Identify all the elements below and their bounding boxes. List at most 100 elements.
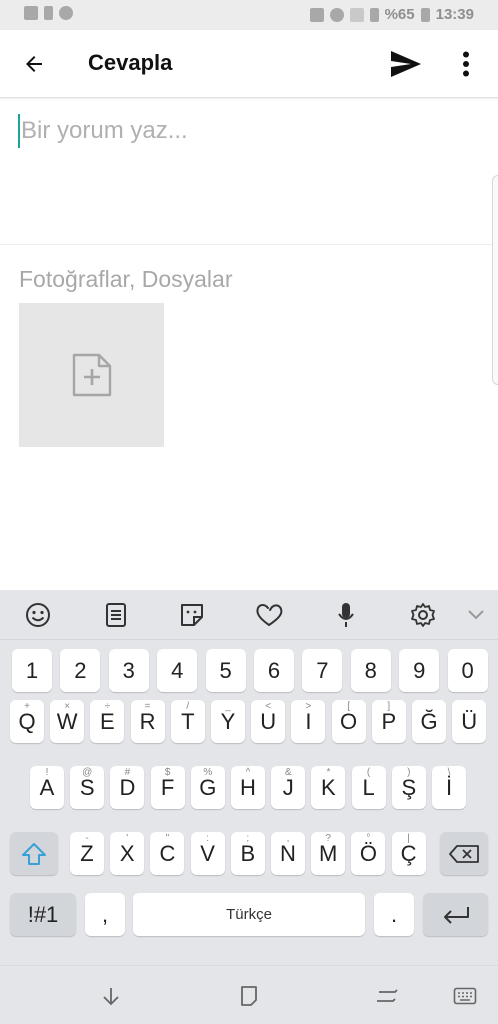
key-label: E [100, 708, 115, 734]
key-f[interactable]: $ F [150, 766, 185, 809]
key-0[interactable]: 0 [447, 649, 488, 692]
key-a[interactable]: ! A [30, 766, 64, 809]
key-hint: < [265, 701, 272, 712]
key-e[interactable]: ÷ E [90, 700, 125, 743]
key-z[interactable]: -Z [70, 832, 104, 875]
key-label: I [305, 708, 312, 734]
key-label: L [362, 774, 375, 800]
key-2[interactable]: 2 [60, 649, 101, 692]
key-8[interactable]: 8 [350, 649, 391, 692]
nav-home-button[interactable] [233, 981, 265, 1011]
key-v[interactable]: :V [190, 832, 225, 875]
backspace-key[interactable] [440, 832, 488, 875]
nav-recent-icon [377, 989, 398, 1002]
back-button[interactable] [14, 44, 54, 84]
key-x[interactable]: ' X [110, 832, 145, 875]
send-button[interactable] [386, 44, 426, 84]
key-ş[interactable]: ) Ş [391, 766, 426, 809]
symbols-key[interactable]: !#1 [10, 893, 76, 936]
comma-key[interactable]: , [85, 893, 125, 936]
key-ğ[interactable]: Ğ [412, 700, 446, 743]
key-k[interactable]: * K [311, 766, 346, 809]
key-label: H [240, 774, 256, 800]
key-m[interactable]: ? M [311, 832, 346, 875]
key-hint: % [203, 767, 213, 778]
key-q[interactable]: + Q [10, 700, 44, 743]
emoji-icon [26, 603, 50, 627]
key-hint: ° [366, 833, 371, 844]
key-ö[interactable]: ° Ö [351, 832, 386, 875]
key-g[interactable]: % G [190, 766, 225, 809]
hide-toolbar-button[interactable] [458, 598, 494, 632]
key-4[interactable]: 4 [157, 649, 198, 692]
period-key[interactable]: . [374, 893, 414, 936]
key-hint: ) [407, 767, 411, 778]
key-label: Ğ [420, 708, 438, 734]
key-ü[interactable]: Ü [452, 700, 487, 743]
clipboard-icon [106, 603, 126, 627]
edge-panel-handle[interactable] [492, 175, 498, 385]
key-i[interactable]: > I [291, 700, 326, 743]
app-bar: Cevapla [0, 30, 498, 98]
shift-key[interactable] [10, 832, 58, 875]
emoji-button[interactable] [20, 598, 56, 632]
page-title: Cevapla [88, 50, 173, 75]
shift-icon [22, 842, 46, 865]
key-label: Ç [400, 840, 417, 866]
key-w[interactable]: × W [50, 700, 85, 743]
text-cursor [18, 114, 20, 148]
key-label: P [381, 708, 397, 734]
key-hint: ] [387, 701, 391, 712]
clipboard-button[interactable] [98, 598, 134, 632]
key-c[interactable]: " C [150, 832, 185, 875]
key-hint: * [326, 767, 331, 778]
nav-recent-button[interactable] [371, 981, 403, 1011]
key-o[interactable]: [O [331, 700, 366, 743]
key-p[interactable]: ] P [371, 700, 406, 743]
key-r[interactable]: = R [130, 700, 165, 743]
send-icon [391, 51, 421, 77]
key-label: !#1 [27, 901, 59, 927]
key-label: R [139, 708, 156, 734]
key-label: X [119, 840, 135, 866]
keyboard-settings-button[interactable] [405, 598, 441, 632]
voice-input-button[interactable] [328, 598, 364, 632]
add-attachment-button[interactable] [19, 303, 164, 447]
enter-key[interactable] [423, 893, 488, 936]
key-ç[interactable]: | Ç [391, 832, 426, 875]
key-s[interactable]: @ S [70, 766, 105, 809]
key-b[interactable]: ; B [230, 832, 265, 875]
key-7[interactable]: 7 [302, 649, 343, 692]
key-hint: # [124, 767, 131, 778]
key-n[interactable]: ,N [271, 832, 305, 875]
comment-input[interactable] [21, 111, 481, 151]
key-6[interactable]: 6 [254, 649, 294, 692]
space-key[interactable]: Türkçe [133, 893, 365, 936]
key-u[interactable]: < U [251, 700, 286, 743]
key-d[interactable]: # D [110, 766, 145, 809]
sticker-button[interactable] [174, 598, 210, 632]
live-message-button[interactable] [251, 598, 287, 632]
key-l[interactable]: (L [351, 766, 386, 809]
key-5[interactable]: 5 [205, 649, 246, 692]
navigation-bar [0, 965, 498, 1024]
key-y[interactable]: _ Y [211, 700, 245, 743]
attachments-label: Fotoğraflar, Dosyalar [19, 266, 233, 292]
key-i̇[interactable]: \ İ [432, 766, 466, 809]
key-label: Ş [401, 774, 417, 800]
key-3[interactable]: 3 [108, 649, 149, 692]
key-label: 1 [25, 657, 39, 683]
nav-keyboard-button[interactable] [449, 981, 481, 1011]
key-9[interactable]: 9 [399, 649, 440, 692]
whatsapp-notification-icon [59, 6, 73, 20]
key-j[interactable]: & J [271, 766, 306, 809]
key-h[interactable]: ^ H [231, 766, 265, 809]
key-1[interactable]: 1 [12, 649, 52, 692]
key-label: Y [220, 708, 236, 734]
key-t[interactable]: / T [170, 700, 205, 743]
more-options-button[interactable] [452, 44, 480, 84]
key-hint: = [144, 701, 151, 712]
key-label: 6 [267, 657, 281, 683]
heart-icon [256, 604, 283, 626]
nav-down-button[interactable] [95, 981, 127, 1011]
